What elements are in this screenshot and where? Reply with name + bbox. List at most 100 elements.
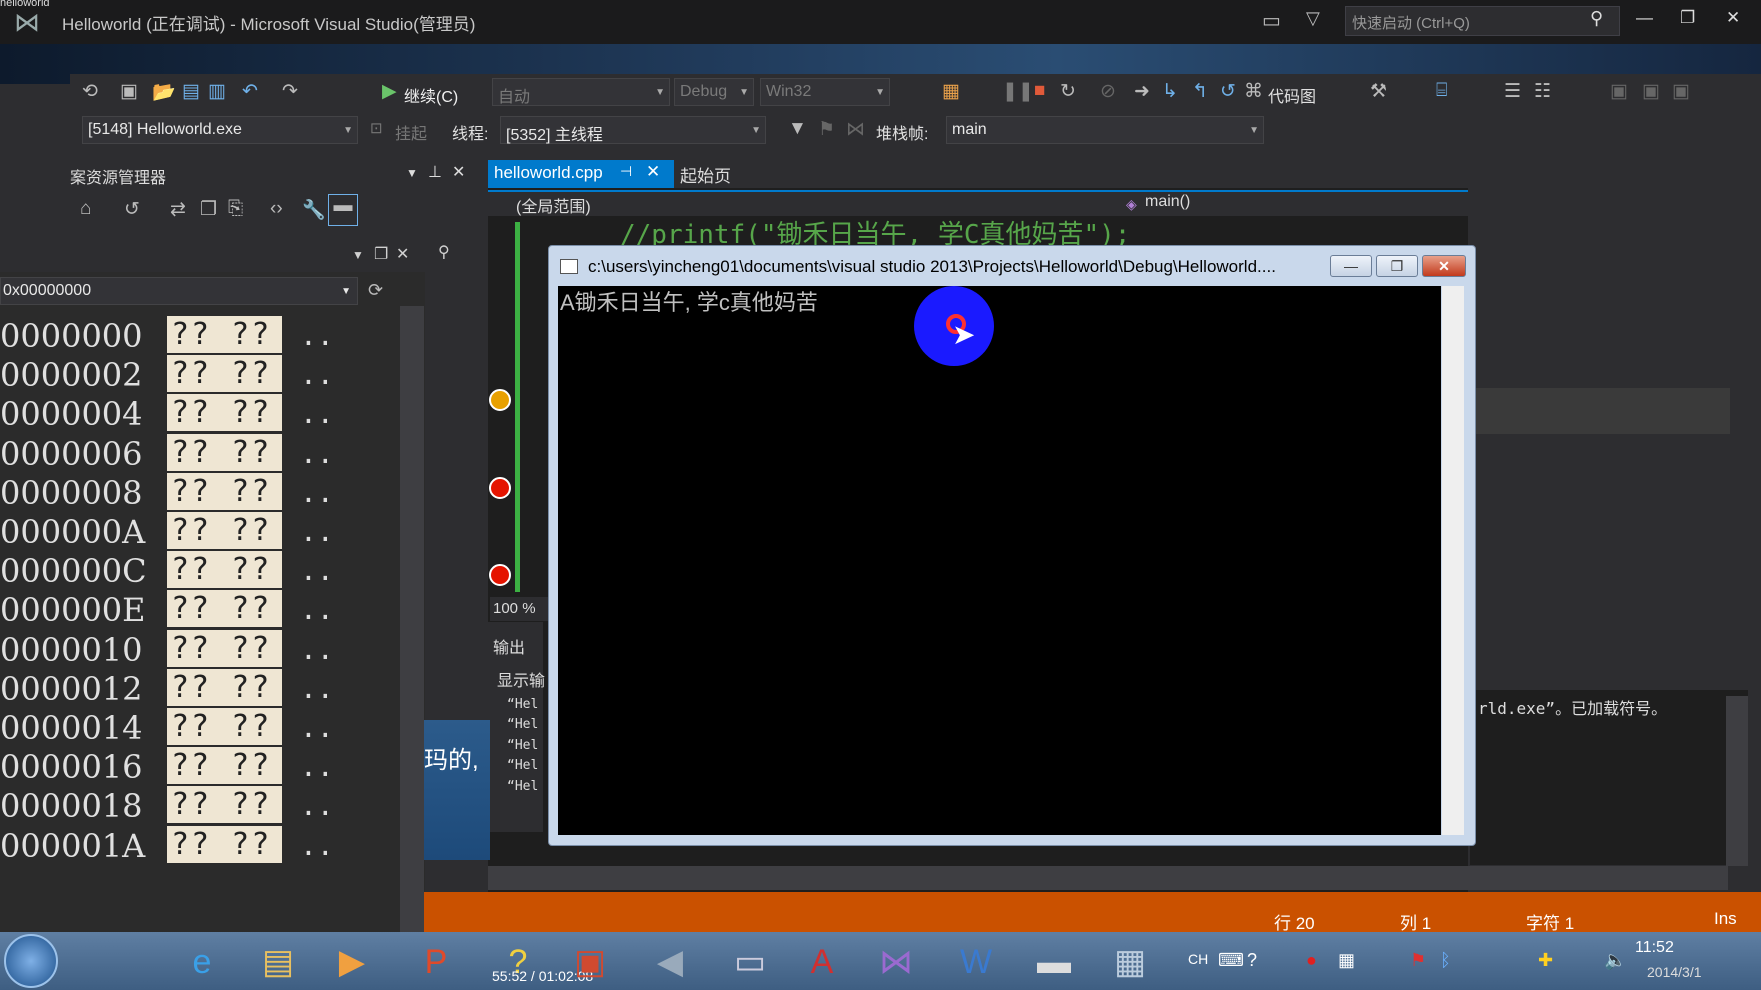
view-code-icon[interactable]: ‹›	[270, 198, 283, 220]
preview-icon[interactable]: ▬	[328, 194, 358, 226]
file-explorer-icon[interactable]: ▤	[248, 938, 308, 986]
media-player-icon[interactable]: ▶	[322, 938, 382, 986]
step-into-icon[interactable]: ➜	[1134, 80, 1150, 103]
memory-row[interactable]: 0000010 ?? ??..	[0, 627, 360, 671]
memory-bytes[interactable]: ?? ??	[167, 747, 282, 785]
help-tray-icon[interactable]: ?	[1247, 950, 1257, 971]
memory-row[interactable]: 000000A ?? ??..	[0, 509, 360, 553]
close-icon[interactable]: ✕	[646, 162, 660, 182]
memory-bytes[interactable]: ?? ??	[167, 355, 282, 393]
close-button[interactable]: ✕	[1726, 8, 1740, 28]
console-scrollbar[interactable]	[1442, 286, 1464, 835]
volume-icon[interactable]: 🔈	[1604, 950, 1626, 971]
pause-icon[interactable]: ❚❚	[1002, 80, 1034, 103]
add-icon[interactable]: ✚	[1538, 950, 1553, 971]
attach-process-icon[interactable]: ▦	[942, 80, 960, 103]
scope-dropdown[interactable]: (全局范围)	[516, 193, 591, 217]
console-close-button[interactable]: ✕	[1422, 255, 1466, 277]
step-out-icon[interactable]: ↰	[1192, 80, 1208, 103]
minimize-button[interactable]: —	[1636, 8, 1653, 28]
new-project-icon[interactable]: ▣	[120, 80, 138, 103]
word-icon[interactable]: W	[946, 938, 1006, 986]
save-all-icon[interactable]: ▥	[208, 80, 226, 103]
tray-clock[interactable]: 11:52	[1635, 939, 1674, 957]
code-map-icon[interactable]: ⌘	[1244, 80, 1263, 103]
breakpoint-icon[interactable]	[489, 564, 511, 586]
tab-helloworld-cpp[interactable]: helloworld.cpp ⊣ ✕	[488, 160, 674, 188]
breakpoint-icon[interactable]	[489, 477, 511, 499]
notification-filter-icon[interactable]: ▽	[1306, 8, 1320, 29]
step-back-icon[interactable]: ↺	[1220, 80, 1236, 103]
powerpoint-icon[interactable]: P	[406, 938, 466, 986]
restore-button[interactable]: ❐	[1680, 8, 1695, 28]
feedback-icon[interactable]: ▭	[1262, 8, 1281, 33]
memory-bytes[interactable]: ?? ??	[167, 708, 282, 745]
memory-bytes[interactable]: ?? ??	[167, 590, 282, 628]
chevron-down-icon[interactable]: ▼	[406, 166, 418, 180]
stack-frame-combo[interactable]: main ▼	[946, 116, 1264, 144]
restart-icon[interactable]: ↻	[1060, 80, 1076, 103]
flag-tray-icon[interactable]: ⚑	[1410, 950, 1426, 971]
command-prompt-icon[interactable]: ▬	[1024, 938, 1084, 986]
properties-icon[interactable]: 🔧	[302, 198, 326, 222]
internet-explorer-icon[interactable]: e	[172, 938, 232, 986]
bookmark-icon[interactable]: ▣	[1610, 80, 1628, 103]
suspend-icon[interactable]: ⊡	[370, 119, 383, 137]
home-icon[interactable]: ⌂	[80, 198, 91, 220]
comment-icon[interactable]: ☰	[1504, 80, 1521, 103]
console-output-area[interactable]	[558, 286, 1441, 835]
undo-icon[interactable]: ↶	[242, 80, 258, 103]
memory-scrollbar[interactable]	[400, 306, 424, 940]
memory-bytes[interactable]: ?? ??	[167, 551, 282, 589]
filter-icon[interactable]: ▼	[788, 118, 807, 140]
close-icon[interactable]: ✕	[396, 244, 409, 264]
memory-bytes[interactable]: ?? ??	[167, 394, 282, 432]
keyboard-icon[interactable]: ⌨	[1218, 950, 1244, 971]
memory-bytes[interactable]: ?? ??	[167, 629, 282, 667]
zoom-level[interactable]: 100 %	[490, 597, 548, 621]
open-folder-icon[interactable]: 📂	[152, 80, 176, 104]
memory-bytes[interactable]: ?? ??	[167, 668, 282, 706]
search-icon[interactable]: ⚲	[438, 242, 450, 262]
flag-icon[interactable]: ⚑	[818, 118, 835, 141]
memory-row[interactable]: 0000012 ?? ??..	[0, 666, 360, 710]
memory-address-input[interactable]: 0x00000000 ▼	[0, 277, 358, 305]
show-all-files-icon[interactable]: ⎘	[228, 198, 243, 220]
history-icon[interactable]: ↺	[124, 198, 140, 221]
memory-bytes[interactable]: ?? ??	[167, 472, 282, 510]
memory-bytes[interactable]: ?? ??	[167, 786, 282, 824]
launch-combo[interactable]: 自动 ▼	[492, 78, 670, 106]
function-dropdown[interactable]: main()	[1145, 193, 1190, 211]
pdf-reader-icon[interactable]: A	[792, 938, 852, 986]
media-control-icon[interactable]: ◀	[640, 938, 700, 986]
collapse-all-icon[interactable]: ❐	[200, 198, 217, 221]
continue-button[interactable]: 继续(C)	[404, 83, 458, 107]
pin-icon[interactable]: ⊣	[620, 163, 632, 180]
hex-display-icon[interactable]: ⚒	[1370, 80, 1387, 103]
network-window-icon[interactable]: ▦	[1100, 938, 1160, 986]
bookmark-next-icon[interactable]: ▣	[1672, 80, 1690, 103]
memory-row[interactable]: 0000002 ?? ??..	[0, 352, 360, 396]
show-next-statement-icon[interactable]: ⊘	[1100, 80, 1116, 103]
toggle-flag-icon[interactable]: ⋈	[846, 118, 865, 141]
console-maximize-button[interactable]: ❐	[1376, 255, 1418, 277]
redo-icon[interactable]: ↷	[282, 80, 298, 103]
maximize-icon[interactable]: ❐	[374, 244, 388, 264]
chevron-down-icon[interactable]: ▼	[352, 248, 364, 262]
memory-row[interactable]: 000000C ?? ??..	[0, 548, 360, 592]
film-icon[interactable]: ▦	[1338, 950, 1355, 971]
tab-start-page[interactable]: 起始页	[680, 162, 731, 187]
stop-icon[interactable]: ■	[1034, 80, 1045, 102]
memory-bytes[interactable]: ?? ??	[167, 512, 282, 549]
memory-bytes[interactable]: ?? ??	[167, 316, 282, 353]
bluetooth-icon[interactable]: ᛒ	[1440, 950, 1451, 971]
suspend-button[interactable]: 挂起	[395, 120, 427, 144]
refresh-icon[interactable]: ⟳	[368, 280, 383, 301]
memory-row[interactable]: 000000E ?? ??..	[0, 587, 360, 631]
uncomment-icon[interactable]: ☷	[1534, 80, 1551, 103]
memory-row[interactable]: 0000006 ?? ??..	[0, 431, 360, 475]
tray-date[interactable]: 2014/3/1	[1647, 964, 1702, 980]
threads-icon[interactable]: ⌸	[1436, 80, 1447, 102]
sync-icon[interactable]: ⇄	[170, 198, 186, 221]
record-icon[interactable]: ●	[1306, 950, 1317, 971]
